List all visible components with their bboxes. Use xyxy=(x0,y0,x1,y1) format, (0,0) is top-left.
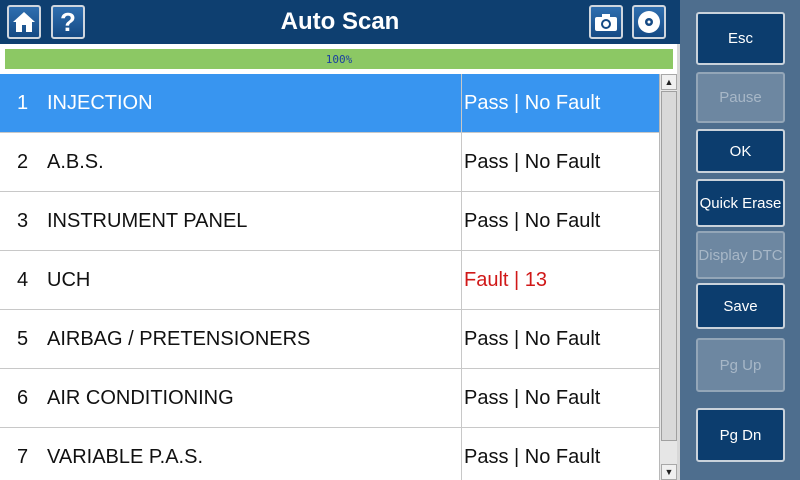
column-divider xyxy=(461,192,462,251)
row-number: 3 xyxy=(17,210,29,232)
home-icon xyxy=(13,12,35,32)
row-number: 7 xyxy=(17,446,29,468)
system-name: VARIABLE P.A.S. xyxy=(47,446,204,468)
progress-area: 100% xyxy=(0,44,680,74)
sidebar: Esc Pause OK Quick Erase Display DTC Sav… xyxy=(680,0,800,480)
column-divider xyxy=(461,251,462,310)
list-item[interactable]: 6 AIR CONDITIONING Pass | No Fault xyxy=(0,369,659,428)
pg-up-button[interactable]: Pg Up xyxy=(696,338,785,392)
esc-button[interactable]: Esc xyxy=(696,12,785,65)
column-divider xyxy=(461,74,462,133)
list-item[interactable]: 5 AIRBAG / PRETENSIONERS Pass | No Fault xyxy=(0,310,659,369)
scan-status: Pass | No Fault xyxy=(464,92,601,114)
ok-button[interactable]: OK xyxy=(696,129,785,173)
scan-status: Pass | No Fault xyxy=(464,210,601,232)
row-number: 5 xyxy=(17,328,29,350)
screenshot-button[interactable] xyxy=(589,5,623,39)
progress-bar: 100% xyxy=(5,49,673,69)
progress-label: 100% xyxy=(325,53,353,66)
system-name: INJECTION xyxy=(47,92,153,114)
row-number: 4 xyxy=(17,269,29,291)
scroll-down-arrow-icon[interactable]: ▼ xyxy=(661,464,677,480)
help-button[interactable]: ? xyxy=(51,5,85,39)
column-divider xyxy=(461,428,462,480)
row-number: 6 xyxy=(17,387,29,409)
row-number: 1 xyxy=(17,92,29,114)
scroll-thumb[interactable] xyxy=(661,91,677,441)
help-icon: ? xyxy=(60,7,76,37)
scan-results-list: 1 INJECTION Pass | No Fault 2 A.B.S. Pass | N… xyxy=(0,74,659,480)
list-item[interactable]: 4 UCH Fault | 13 xyxy=(0,251,659,310)
scrollbar[interactable]: ▲ ▼ xyxy=(659,74,677,480)
list-item[interactable]: 3 INSTRUMENT PANEL Pass | No Fault xyxy=(0,192,659,251)
scan-status: Fault | 13 xyxy=(464,269,548,291)
column-divider xyxy=(461,310,462,369)
pg-dn-button[interactable]: Pg Dn xyxy=(696,408,785,462)
home-button[interactable] xyxy=(7,5,41,39)
scan-status: Pass | No Fault xyxy=(464,151,601,173)
display-dtc-button[interactable]: Display DTC xyxy=(696,231,785,279)
save-button[interactable]: Save xyxy=(696,283,785,329)
system-name: AIRBAG / PRETENSIONERS xyxy=(47,328,311,350)
scan-status: Pass | No Fault xyxy=(464,328,601,350)
scan-status: Pass | No Fault xyxy=(464,446,601,468)
system-name: AIR CONDITIONING xyxy=(47,387,234,409)
page-title: Auto Scan xyxy=(280,8,400,35)
scan-status: Pass | No Fault xyxy=(464,387,601,409)
column-divider xyxy=(461,133,462,192)
system-name: UCH xyxy=(47,269,91,291)
pause-button[interactable]: Pause xyxy=(696,72,785,123)
list-item[interactable]: 7 VARIABLE P.A.S. Pass | No Fault xyxy=(0,428,659,480)
list-item[interactable]: 1 INJECTION Pass | No Fault xyxy=(0,74,659,133)
quick-erase-button[interactable]: Quick Erase xyxy=(696,179,785,227)
camera-icon xyxy=(595,14,617,31)
system-name: INSTRUMENT PANEL xyxy=(47,210,248,232)
column-divider xyxy=(461,369,462,428)
header-bar: ? Auto Scan xyxy=(0,0,680,44)
disc-button[interactable] xyxy=(632,5,666,39)
list-item[interactable]: 2 A.B.S. Pass | No Fault xyxy=(0,133,659,192)
row-number: 2 xyxy=(17,151,29,173)
system-name: A.B.S. xyxy=(47,151,104,173)
scroll-up-arrow-icon[interactable]: ▲ xyxy=(661,74,677,90)
disc-icon xyxy=(638,11,660,33)
